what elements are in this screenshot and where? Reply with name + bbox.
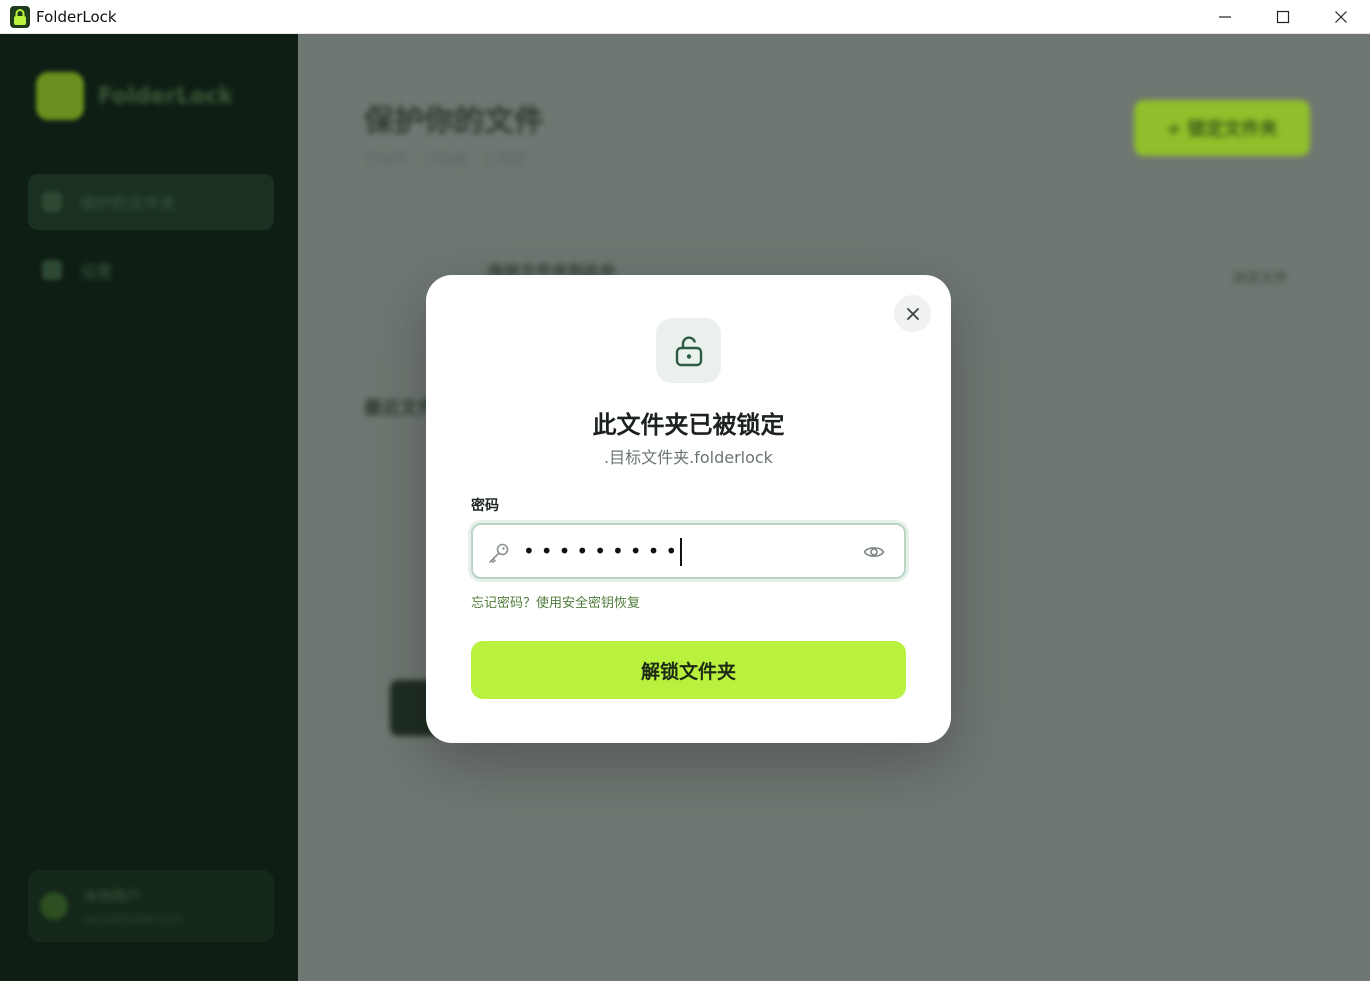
- close-icon: [1335, 11, 1347, 23]
- user-card[interactable]: 本地用户 local@folderlock: [28, 870, 274, 942]
- eye-icon: [863, 547, 885, 557]
- close-icon: [906, 307, 919, 320]
- sidebar-item-protected-folders[interactable]: 保护的文件夹: [28, 174, 274, 230]
- user-email: local@folderlock: [84, 912, 184, 926]
- brand-logo-icon: [36, 72, 84, 120]
- password-input[interactable]: [523, 533, 853, 569]
- page-subtitle: 已加密 · 已隐藏 · 已锁定: [364, 150, 528, 168]
- title-bar: FolderLock: [0, 0, 1370, 34]
- window-controls: [1196, 0, 1370, 34]
- unlock-folder-button[interactable]: 解锁文件夹: [471, 641, 906, 699]
- password-field[interactable]: [471, 523, 906, 579]
- password-label: 密码: [471, 498, 499, 514]
- sidebar-item-label: 设置: [80, 262, 113, 281]
- unlock-icon-tile: [656, 318, 721, 383]
- folder-icon: [42, 192, 62, 212]
- unlock-dialog: 此文件夹已被锁定 .目标文件夹.folderlock 密码 忘记密码？使用安全密…: [426, 275, 951, 743]
- minimize-icon: [1219, 16, 1231, 18]
- brand-name: FolderLock: [98, 83, 234, 109]
- user-name: 本地用户: [84, 889, 140, 905]
- window-title: FolderLock: [36, 7, 117, 26]
- forgot-password-link[interactable]: 忘记密码？使用安全密钥恢复: [471, 592, 640, 611]
- close-window-button[interactable]: [1312, 0, 1370, 34]
- minimize-button[interactable]: [1196, 0, 1254, 34]
- sidebar-item-label: 保护的文件夹: [80, 194, 177, 213]
- show-password-button[interactable]: [859, 537, 889, 567]
- folder-filename: .目标文件夹.folderlock: [604, 448, 773, 467]
- text-caret: [680, 538, 682, 566]
- sidebar-item-settings[interactable]: 设置: [28, 242, 274, 298]
- browse-link[interactable]: 浏览文件: [1232, 268, 1288, 288]
- unlock-icon: [675, 335, 702, 366]
- close-dialog-button[interactable]: [894, 295, 931, 332]
- gear-icon: [42, 260, 62, 280]
- maximize-icon: [1276, 10, 1290, 24]
- app-lock-icon: [10, 5, 30, 28]
- dialog-title: 此文件夹已被锁定: [592, 411, 785, 439]
- key-icon: [487, 541, 511, 569]
- lock-folder-button[interactable]: + 锁定文件夹: [1134, 100, 1310, 156]
- sidebar: FolderLock 保护的文件夹 设置 本地用户 local@folderlo…: [0, 34, 298, 981]
- page-title: 保护你的文件: [364, 104, 544, 139]
- brand: FolderLock: [36, 72, 233, 120]
- avatar: [40, 892, 68, 920]
- maximize-button[interactable]: [1254, 0, 1312, 34]
